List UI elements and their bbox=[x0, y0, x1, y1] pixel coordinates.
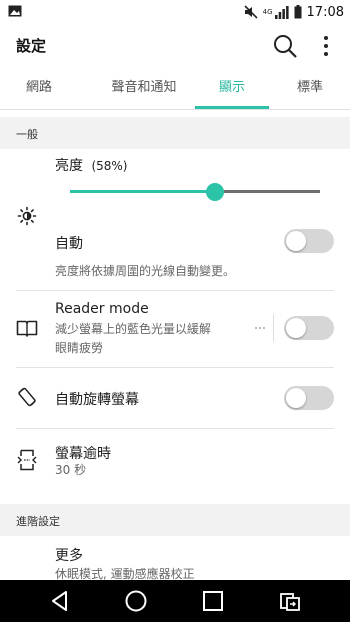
more-label[interactable]: 更多 bbox=[55, 545, 83, 565]
toggle-knob bbox=[286, 318, 306, 338]
battery-icon bbox=[294, 5, 302, 19]
auto-brightness-label: 自動 bbox=[55, 236, 83, 252]
brightness-label: 亮度 (58%) bbox=[55, 158, 128, 174]
screen-timeout-label: 螢幕逾時 bbox=[55, 446, 111, 462]
vertical-divider bbox=[273, 314, 274, 342]
network-type: 4G bbox=[262, 8, 273, 16]
auto-rotate-label: 自動旋轉螢幕 bbox=[55, 392, 139, 408]
section-header-general: 一般 bbox=[0, 117, 350, 149]
image-notification-icon bbox=[8, 5, 22, 17]
tab-general[interactable]: 標準 bbox=[282, 68, 338, 110]
recents-icon[interactable] bbox=[201, 589, 225, 613]
toggle-knob bbox=[286, 231, 306, 251]
brightness-slider-track-filled[interactable] bbox=[70, 190, 215, 193]
mute-icon bbox=[244, 5, 258, 19]
home-icon[interactable] bbox=[124, 589, 148, 613]
screen-timeout-icon bbox=[17, 449, 37, 471]
section-header-advanced: 進階設定 bbox=[0, 504, 350, 536]
reader-mode-toggle[interactable] bbox=[284, 316, 334, 340]
more-horiz-icon bbox=[255, 327, 265, 329]
page-title: 設定 bbox=[16, 37, 47, 55]
dual-window-icon[interactable] bbox=[278, 589, 302, 613]
section-title: 進階設定 bbox=[16, 515, 60, 528]
auto-brightness-toggle[interactable] bbox=[284, 229, 334, 253]
active-tab-indicator bbox=[195, 106, 269, 109]
book-icon bbox=[16, 320, 38, 337]
tab-sound-notification[interactable]: 聲音和通知 bbox=[90, 68, 198, 110]
reader-mode-description-line1: 減少螢幕上的藍色光量以緩解 bbox=[55, 322, 212, 336]
reader-mode-title: Reader mode bbox=[55, 301, 149, 317]
search-icon[interactable] bbox=[272, 33, 298, 59]
toggle-knob bbox=[286, 388, 306, 408]
navigation-bar bbox=[0, 580, 350, 622]
divider bbox=[16, 428, 334, 429]
auto-brightness-description: 亮度將依據周圍的光線自動變更。 bbox=[55, 264, 236, 278]
signal-icon bbox=[274, 5, 289, 19]
section-title: 一般 bbox=[16, 128, 38, 141]
back-icon[interactable] bbox=[48, 589, 72, 613]
status-bar: 4G 17:08 bbox=[0, 0, 350, 24]
divider bbox=[16, 367, 334, 368]
screen-timeout-value: 30 秒 bbox=[55, 463, 87, 477]
brightness-icon bbox=[17, 206, 37, 226]
tab-bar: 網路 聲音和通知 顯示 標準 bbox=[0, 68, 350, 110]
brightness-slider-thumb[interactable] bbox=[206, 183, 224, 201]
divider bbox=[16, 290, 334, 291]
app-bar: 設定 bbox=[0, 24, 350, 68]
screen-rotation-icon bbox=[18, 387, 36, 407]
more-vert-icon[interactable] bbox=[318, 34, 334, 58]
brightness-slider-track[interactable] bbox=[215, 190, 320, 193]
auto-rotate-toggle[interactable] bbox=[284, 386, 334, 410]
status-time: 17:08 bbox=[306, 4, 344, 20]
reader-mode-description-line2: 眼睛疲勞 bbox=[55, 341, 104, 355]
brightness-percent: (58%) bbox=[91, 159, 128, 173]
tab-network[interactable]: 網路 bbox=[0, 68, 78, 110]
tab-display[interactable]: 顯示 bbox=[195, 68, 269, 110]
